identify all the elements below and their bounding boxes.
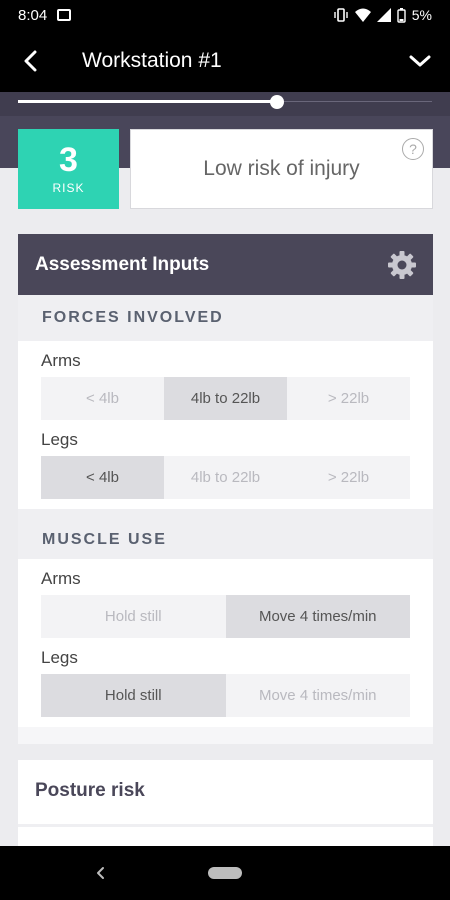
signal-icon bbox=[376, 8, 391, 22]
forces-arms-option[interactable]: > 22lb bbox=[287, 377, 410, 420]
vibrate-icon bbox=[334, 8, 348, 22]
forces-legs-option[interactable]: > 22lb bbox=[287, 456, 410, 499]
status-time: 8:04 bbox=[18, 6, 48, 24]
section-muscle: Arms Hold still Move 4 times/min Legs Ho… bbox=[18, 559, 433, 727]
status-bar: 8:04 5% bbox=[0, 0, 450, 30]
muscle-arms-label: Arms bbox=[41, 569, 81, 588]
divider bbox=[18, 824, 433, 827]
section-forces-title: FORCES INVOLVED bbox=[18, 295, 433, 341]
settings-button[interactable] bbox=[387, 250, 417, 280]
expand-button[interactable] bbox=[390, 30, 450, 92]
forces-legs-selector: < 4lb 4lb to 22lb > 22lb bbox=[41, 456, 410, 499]
forces-legs-option-selected[interactable]: < 4lb bbox=[41, 456, 164, 499]
forces-arms-selector: < 4lb 4lb to 22lb > 22lb bbox=[41, 377, 410, 420]
muscle-arms-option-selected[interactable]: Move 4 times/min bbox=[225, 595, 410, 638]
forces-arms-option[interactable]: < 4lb bbox=[41, 377, 164, 420]
slider-band bbox=[0, 92, 450, 116]
risk-score: 3 bbox=[59, 141, 78, 179]
risk-description-card: Low risk of injury ? bbox=[130, 129, 433, 209]
chevron-down-icon bbox=[409, 55, 431, 67]
slider-handle[interactable] bbox=[270, 95, 284, 109]
assessment-header: Assessment Inputs bbox=[18, 234, 433, 295]
page-title: Workstation #1 bbox=[82, 49, 222, 72]
wifi-icon bbox=[354, 8, 371, 22]
app-bar: Workstation #1 bbox=[0, 30, 450, 92]
section-forces: Arms < 4lb 4lb to 22lb > 22lb Legs < 4lb… bbox=[18, 341, 433, 509]
muscle-arms-selector: Hold still Move 4 times/min bbox=[41, 595, 410, 638]
status-icons: 5% bbox=[333, 7, 432, 23]
battery-level: 5% bbox=[411, 7, 432, 23]
forces-arms-option-selected[interactable]: 4lb to 22lb bbox=[164, 377, 287, 420]
help-icon[interactable]: ? bbox=[402, 138, 424, 160]
section-divider bbox=[18, 509, 433, 521]
assessment-panel: Assessment Inputs FORCES INVOLVED Arms <… bbox=[18, 234, 433, 744]
assessment-title: Assessment Inputs bbox=[35, 253, 210, 275]
posture-risk-card[interactable]: Posture risk bbox=[18, 760, 433, 846]
slider-track-remaining[interactable] bbox=[277, 101, 432, 102]
forces-arms-label: Arms bbox=[41, 351, 81, 370]
muscle-legs-label: Legs bbox=[41, 648, 78, 667]
back-button[interactable] bbox=[0, 30, 60, 92]
forces-legs-label: Legs bbox=[41, 430, 78, 449]
system-nav-bar bbox=[0, 846, 450, 900]
muscle-legs-selector: Hold still Move 4 times/min bbox=[41, 674, 410, 717]
back-arrow-icon bbox=[24, 50, 37, 72]
home-pill-icon[interactable] bbox=[208, 867, 242, 879]
risk-description: Low risk of injury bbox=[203, 157, 360, 180]
battery-icon bbox=[397, 7, 406, 23]
muscle-legs-option-selected[interactable]: Hold still bbox=[41, 674, 226, 717]
risk-label: RISK bbox=[52, 181, 85, 195]
posture-risk-title: Posture risk bbox=[35, 780, 145, 801]
muscle-arms-option[interactable]: Hold still bbox=[41, 595, 226, 638]
section-muscle-title: MUSCLE USE bbox=[18, 521, 433, 559]
nav-back-icon[interactable] bbox=[92, 862, 108, 884]
forces-legs-option[interactable]: 4lb to 22lb bbox=[164, 456, 287, 499]
image-notification-icon bbox=[57, 9, 72, 21]
slider-track-filled[interactable] bbox=[18, 100, 277, 103]
risk-score-card: 3 RISK bbox=[18, 129, 119, 209]
gear-icon bbox=[388, 250, 416, 279]
muscle-legs-option[interactable]: Move 4 times/min bbox=[226, 674, 411, 717]
